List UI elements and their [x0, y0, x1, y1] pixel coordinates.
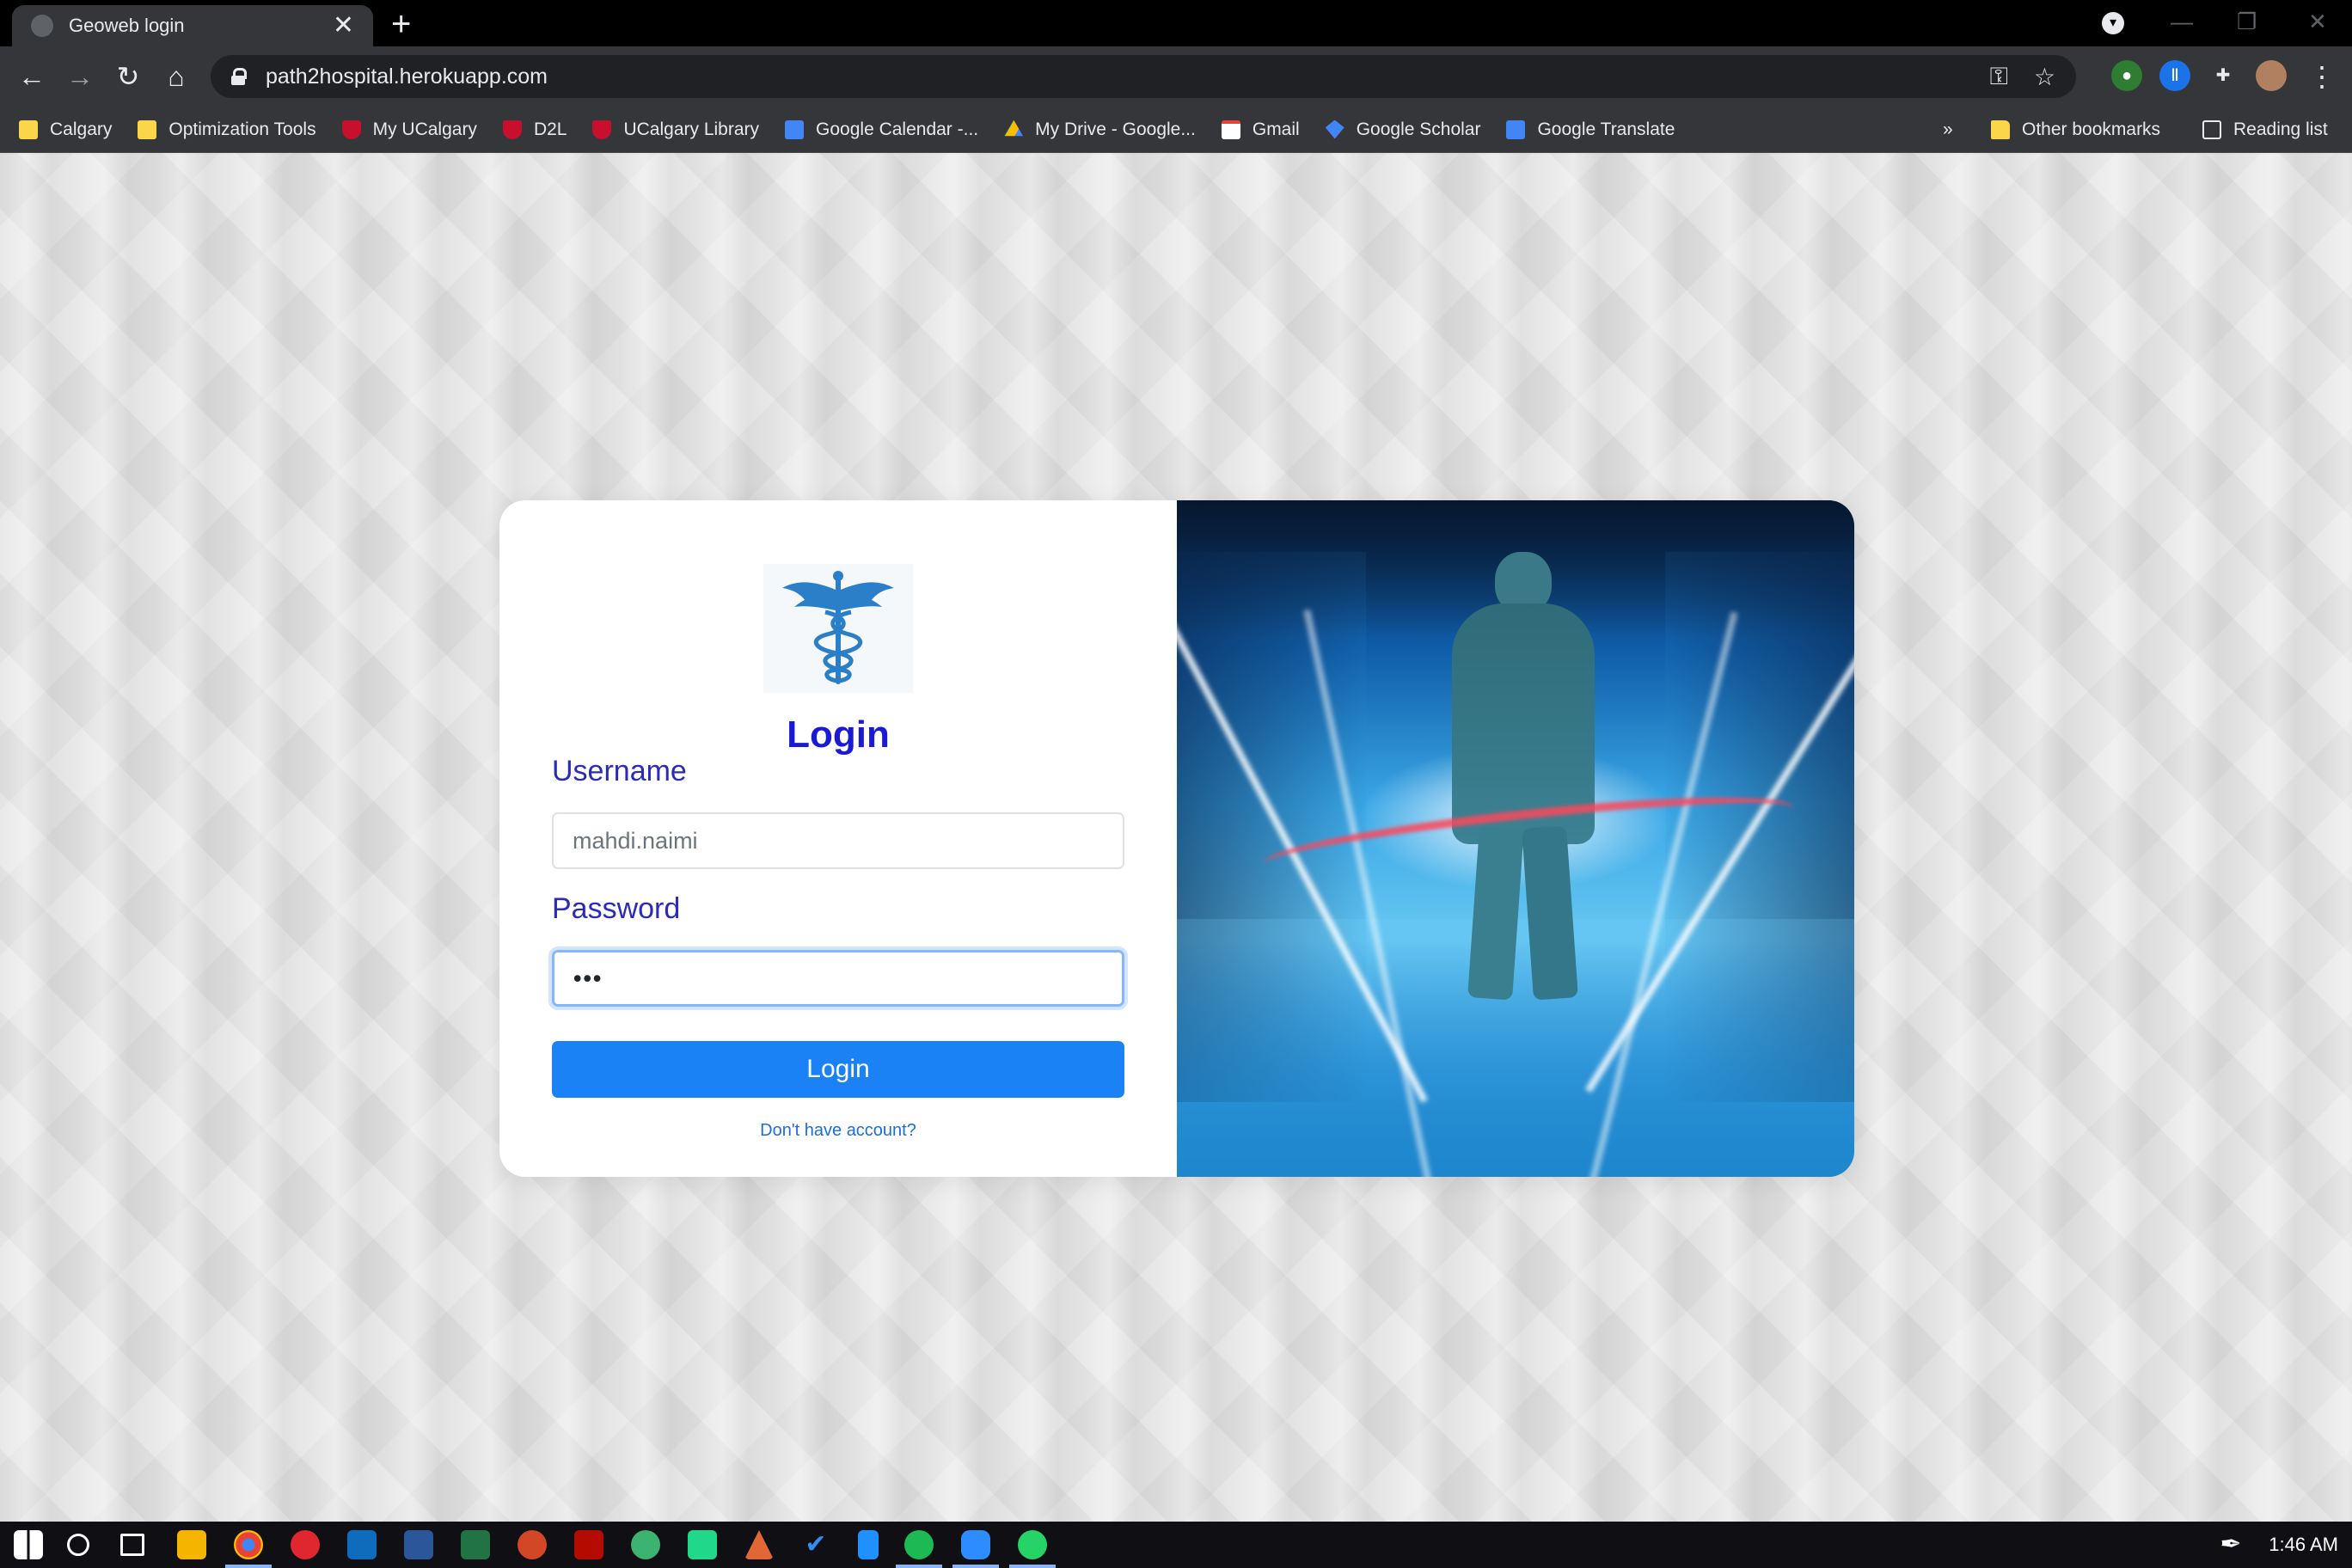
task-view-icon[interactable] — [120, 1534, 144, 1556]
bookmarks-bar: Calgary Optimization Tools My UCalgary D… — [0, 107, 2352, 153]
back-button[interactable]: ← — [14, 58, 50, 95]
reading-list[interactable]: Reading list — [2202, 107, 2328, 153]
surgeon-figure — [1435, 552, 1607, 1016]
username-input[interactable]: mahdi.naimi — [552, 812, 1124, 869]
ucalgary-shield-icon — [341, 119, 361, 139]
word-icon[interactable] — [404, 1530, 433, 1559]
browser-toolbar: ← → ↻ ⌂ path2hospital.herokuapp.com ⚿ ☆ … — [0, 46, 2352, 107]
search-icon[interactable] — [67, 1534, 89, 1556]
star-icon[interactable]: ☆ — [2034, 63, 2055, 91]
powerpoint-icon[interactable] — [518, 1530, 547, 1559]
login-card: Login Username mahdi.naimi Password ••• … — [499, 500, 1854, 1177]
login-title: Login — [787, 714, 890, 756]
page-background: Login Username mahdi.naimi Password ••• … — [0, 153, 2352, 1522]
google-scholar-icon — [1325, 119, 1344, 139]
menu-icon[interactable]: ⋮ — [2304, 58, 2340, 95]
bookmarks-overflow-button[interactable]: » — [1943, 107, 1953, 153]
password-label: Password — [552, 892, 681, 925]
avatar[interactable] — [2256, 60, 2287, 91]
forward-button[interactable]: → — [62, 58, 98, 95]
puzzle-icon[interactable]: ✚ — [2208, 60, 2239, 91]
spotify-icon[interactable] — [904, 1530, 934, 1559]
new-tab-button[interactable]: + — [391, 7, 411, 41]
gmail-icon — [1221, 119, 1240, 139]
extension-pause-icon[interactable]: Ⅱ — [2159, 60, 2190, 91]
google-calendar-icon — [785, 119, 805, 139]
browser-tab[interactable]: Geoweb login ✕ — [12, 5, 373, 46]
login-form: Login Username mahdi.naimi Password ••• … — [499, 500, 1177, 1177]
acrobat-icon[interactable] — [574, 1530, 603, 1559]
file-explorer-icon[interactable] — [177, 1530, 206, 1559]
folder-icon — [1991, 120, 2010, 139]
reload-button[interactable]: ↻ — [110, 58, 146, 95]
hospital-corridor-image — [1177, 500, 1854, 1177]
username-label: Username — [552, 755, 687, 787]
todo-icon[interactable]: ✔ — [801, 1530, 830, 1559]
bookmark-ucalgary-library[interactable]: UCalgary Library — [592, 119, 759, 140]
bookmark-optimization-tools[interactable]: Optimization Tools — [138, 119, 316, 140]
windows-start-icon[interactable] — [14, 1530, 43, 1559]
minimize-button[interactable]: — — [2171, 9, 2193, 35]
chrome-icon[interactable] — [234, 1530, 263, 1559]
bookmark-my-ucalgary[interactable]: My UCalgary — [341, 119, 477, 140]
restore-button[interactable]: ❐ — [2237, 9, 2257, 35]
bookmark-gmail[interactable]: Gmail — [1221, 119, 1300, 140]
url-text[interactable]: path2hospital.herokuapp.com — [266, 64, 1964, 89]
signup-link[interactable]: Don't have account? — [499, 1121, 1177, 1141]
whatsapp-icon[interactable] — [1018, 1530, 1047, 1559]
bookmark-google-drive[interactable]: My Drive - Google... — [1004, 119, 1196, 140]
folder-icon — [19, 119, 38, 139]
folder-icon — [138, 119, 157, 139]
ucalgary-shield-icon — [502, 119, 522, 139]
reading-list-icon — [2202, 120, 2221, 139]
address-bar[interactable]: path2hospital.herokuapp.com ⚿ ☆ — [211, 55, 2076, 98]
google-translate-icon — [1506, 119, 1526, 139]
os-taskbar: ✔ ✒ 1:46 AM — [0, 1522, 2352, 1568]
download-icon[interactable]: ▾ — [2102, 12, 2124, 34]
bookmark-google-translate[interactable]: Google Translate — [1506, 119, 1675, 140]
pycharm-icon[interactable] — [688, 1530, 717, 1559]
excel-icon[interactable] — [461, 1530, 490, 1559]
password-input[interactable]: ••• — [552, 950, 1124, 1007]
pen-icon[interactable]: ✒ — [2216, 1530, 2245, 1559]
caduceus-logo — [763, 564, 913, 693]
close-window-button[interactable]: ✕ — [2308, 9, 2327, 35]
tab-title: Geoweb login — [69, 15, 185, 36]
bookmark-google-scholar[interactable]: Google Scholar — [1325, 119, 1480, 140]
bookmark-d2l[interactable]: D2L — [502, 119, 567, 140]
app-icon[interactable] — [631, 1530, 660, 1559]
zoom-icon[interactable] — [961, 1530, 990, 1559]
opera-icon[interactable] — [291, 1530, 320, 1559]
bookmark-calgary[interactable]: Calgary — [19, 119, 112, 140]
globe-icon — [31, 15, 53, 37]
tab-strip: Geoweb login ✕ + ▾ — ❐ ✕ — [0, 0, 2352, 46]
login-button[interactable]: Login — [552, 1041, 1124, 1098]
close-tab-icon[interactable]: ✕ — [333, 13, 354, 39]
extension-icon[interactable]: ● — [2111, 60, 2142, 91]
other-bookmarks[interactable]: Other bookmarks — [1991, 107, 2160, 153]
google-drive-icon — [1004, 119, 1024, 137]
ucalgary-shield-icon — [592, 119, 612, 139]
matlab-icon[interactable] — [744, 1530, 774, 1559]
document-icon[interactable] — [858, 1530, 879, 1559]
key-icon[interactable]: ⚿ — [1990, 63, 2008, 91]
bookmark-google-calendar[interactable]: Google Calendar -... — [785, 119, 978, 140]
outlook-icon[interactable] — [347, 1530, 377, 1559]
home-button[interactable]: ⌂ — [158, 58, 194, 95]
lock-icon[interactable] — [231, 68, 247, 85]
taskbar-clock[interactable]: 1:46 AM — [2269, 1522, 2338, 1568]
